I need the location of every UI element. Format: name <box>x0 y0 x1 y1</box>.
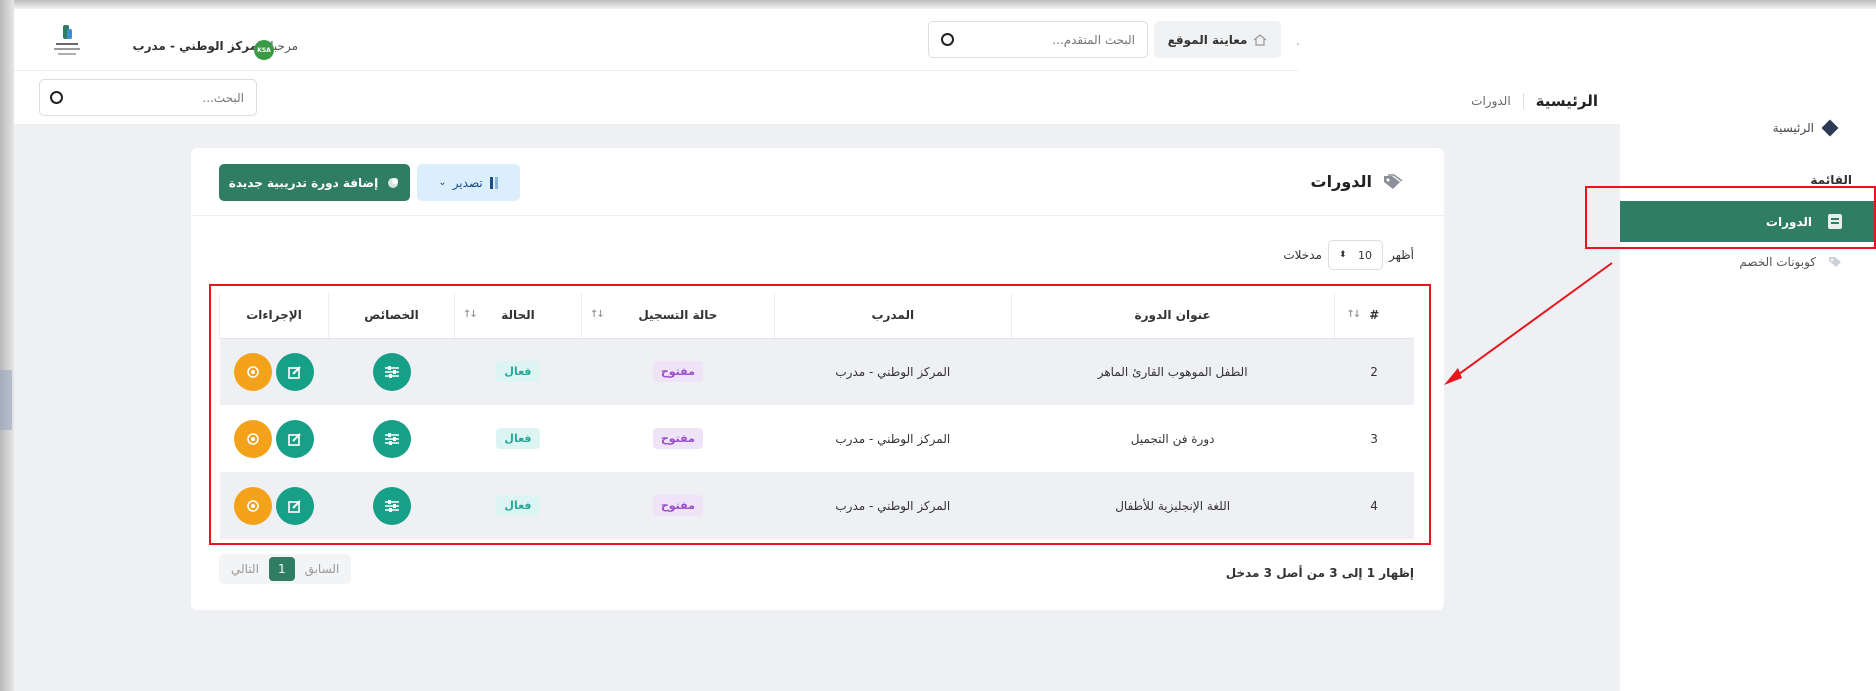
export-label: تصدير <box>452 175 483 190</box>
header-separator: . <box>1296 34 1300 48</box>
welcome-prefix: مرحبا <box>270 39 298 53</box>
breadcrumb-divider <box>1522 93 1524 109</box>
card-header: الدورات تصدير ⌄ إضافة دورة تدريبية جديدة <box>191 148 1444 216</box>
window-edge-accent <box>0 370 12 430</box>
sidebar-item-home[interactable]: الرئيسية <box>1620 113 1876 143</box>
sidebar-item-label: كوبونات الخصم <box>1739 255 1816 269</box>
sort-updown-icon: ⬍ <box>1338 250 1347 260</box>
tag-icon <box>1384 173 1403 189</box>
card-title-text: الدورات <box>1310 172 1372 191</box>
sidebar-section-label: القائمة <box>1810 173 1852 187</box>
sidebar-item-coupons[interactable]: كوبونات الخصم <box>1620 247 1876 277</box>
show-label: أظهر <box>1388 248 1414 262</box>
home-icon <box>1254 33 1267 46</box>
breadcrumb: الرئيسية الدورات <box>1440 92 1598 110</box>
org-logo-icon <box>54 25 80 55</box>
flag-label: KSA <box>257 46 271 54</box>
welcome-user: المركز الوطني - مدرب <box>132 39 267 53</box>
sidebar-home-label: الرئيسية <box>1772 121 1814 135</box>
pagination-page-current[interactable]: 1 <box>268 557 295 581</box>
export-icon <box>489 176 498 189</box>
pagination-next[interactable]: التالي <box>225 562 265 576</box>
add-course-button[interactable]: إضافة دورة تدريبية جديدة <box>219 164 410 201</box>
chevron-down-icon: ⌄ <box>438 177 447 188</box>
page-search-input[interactable] <box>84 80 244 115</box>
export-button[interactable]: تصدير ⌄ <box>417 164 520 201</box>
search-icon[interactable] <box>941 33 954 46</box>
annotation-box-sidebar <box>1585 186 1876 249</box>
advanced-search-box <box>928 21 1148 58</box>
layers-icon <box>1821 119 1839 137</box>
annotation-arrow-icon <box>1444 262 1613 385</box>
view-site-label: معاينة الموقع <box>1167 32 1248 47</box>
sidebar: الرئيسية القائمة الدورات كوبونات الخصم <box>1620 71 1876 691</box>
annotation-box-table <box>209 284 1431 545</box>
table-info: إظهار 1 إلى 3 من أصل 3 مدخل <box>1225 566 1414 580</box>
advanced-search-input[interactable] <box>965 22 1135 57</box>
view-site-button[interactable]: معاينة الموقع <box>1154 21 1281 58</box>
pagination: السابق 1 التالي <box>219 554 352 584</box>
page-length-value: 10 <box>1357 248 1372 262</box>
window-shadow-left <box>0 0 14 691</box>
tag-icon <box>1829 257 1841 267</box>
page-length-control: أظهر 10 ⬍ مدخلات <box>1283 240 1414 270</box>
add-course-label: إضافة دورة تدريبية جديدة <box>228 175 379 190</box>
breadcrumb-current: الدورات <box>1471 94 1511 108</box>
flag-icon: KSA <box>254 40 274 60</box>
card-title: الدورات <box>1311 172 1404 191</box>
add-icon <box>388 177 399 188</box>
page-length-select[interactable]: 10 ⬍ <box>1327 240 1383 270</box>
entries-label: مدخلات <box>1283 248 1322 262</box>
search-icon[interactable] <box>50 91 63 104</box>
page-search-box <box>39 79 257 116</box>
pagination-previous[interactable]: السابق <box>299 562 346 576</box>
breadcrumb-home[interactable]: الرئيسية <box>1536 92 1598 110</box>
window-shadow-top <box>0 0 1876 9</box>
